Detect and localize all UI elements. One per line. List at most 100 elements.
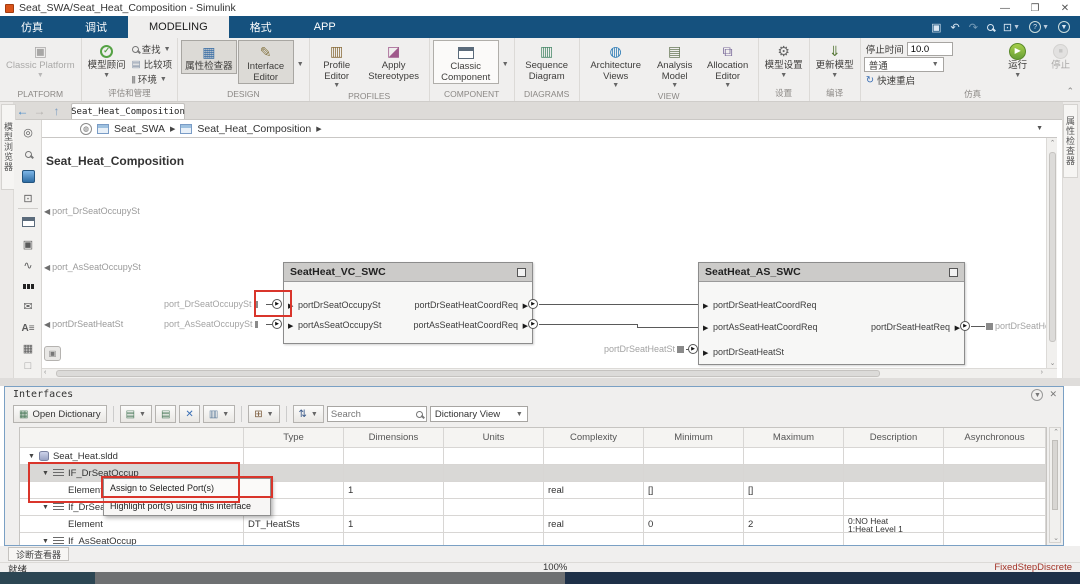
frame-tool-icon[interactable] [14, 166, 42, 186]
zoom-icon[interactable] [986, 23, 994, 31]
table-row[interactable]: Element DT_HeatSts 1 real 0 2 0:NO Heat 1… [20, 516, 1046, 533]
scroll-up-icon[interactable]: ⌃ [1047, 139, 1057, 147]
block-port[interactable]: portDrSeatHeatCoordReq [713, 300, 817, 310]
mail-tool-icon[interactable]: ✉ [14, 296, 42, 316]
document-tab[interactable]: Seat_Heat_Composition [71, 103, 185, 119]
scroll-left-icon[interactable]: ‹ [44, 369, 46, 376]
classic-platform-button[interactable]: ▣ Classic Platform ▼ [3, 40, 78, 79]
minimize-ribbon-icon[interactable]: ▼ [1058, 21, 1070, 33]
save-icon[interactable]: ▣ [931, 21, 941, 34]
port-pin-icon[interactable]: ▶ [528, 319, 538, 329]
table-row[interactable]: ▼ If_AsSeatOccup [20, 533, 1046, 545]
canvas-horizontal-scrollbar[interactable]: ‹ › [42, 368, 1057, 378]
edge-port[interactable]: ◀ portDrSeatHeatSt [44, 319, 123, 329]
tab-format[interactable]: 格式 [229, 16, 293, 38]
property-inspector-button[interactable]: ▦ 属性检查器 [181, 40, 237, 74]
model-settings-button[interactable]: ⚙ 模型设置 ▼ [762, 40, 806, 79]
scroll-down-icon[interactable]: ⌄ [1047, 359, 1057, 367]
edge-port[interactable]: ◀ port_AsSeatOccupySt [44, 262, 141, 272]
move-element-button[interactable]: ⇅ ▼ [292, 405, 324, 423]
block-port[interactable]: portDrSeatHeatReq [871, 322, 950, 332]
add-interface-button[interactable]: ▤ ▼ [119, 405, 152, 423]
signal-tool-icon[interactable]: ∿ [14, 255, 42, 275]
table-vertical-scrollbar[interactable]: ⌃ ⌄ [1049, 427, 1061, 543]
analysis-model-button[interactable]: ▤ Analysis Model ▼ [650, 40, 700, 90]
stop-button[interactable]: ■ 停止 [1040, 40, 1080, 72]
port-pin-icon[interactable]: ▶ [960, 321, 970, 331]
allocation-editor-button[interactable]: ⧉ Allocation Editor ▼ [701, 40, 755, 90]
tab-app[interactable]: APP [293, 16, 357, 38]
profile-editor-button[interactable]: ▥ Profile Editor ▼ [313, 40, 361, 90]
compare-button[interactable]: ▤ 比较项 [130, 57, 175, 72]
view-mode-select[interactable]: Dictionary View ▼ [429, 406, 528, 422]
block-port[interactable]: portDrSeatOccupySt [298, 300, 381, 310]
annotation-tool-icon[interactable]: A≡ [14, 318, 42, 338]
save-dictionary-button[interactable]: ▤ [154, 405, 177, 423]
block-port[interactable]: portDrSeatHeatCoordReq [414, 300, 518, 310]
redo-icon[interactable]: ↷ [969, 21, 978, 34]
breadcrumb-dropdown-icon[interactable]: ▼ [1036, 125, 1057, 132]
external-port-label[interactable]: port_AsSeatOccupySt [164, 319, 258, 329]
property-inspector-tab[interactable]: 属性检查器 [1063, 104, 1078, 178]
find-button[interactable]: 查找 ▼ [130, 42, 175, 56]
scroll-down-icon[interactable]: ⌄ [1050, 534, 1062, 542]
nav-forward-icon[interactable]: → [31, 104, 48, 119]
external-port-label[interactable]: portDrSeatHeatSt [600, 344, 684, 354]
stop-time-input[interactable] [906, 42, 953, 56]
dashed-line-tool-icon[interactable] [14, 276, 42, 296]
minimize-button[interactable]: — [990, 0, 1020, 16]
scroll-right-icon[interactable]: › [1041, 369, 1043, 376]
diagram-canvas[interactable]: Seat_Heat_Composition ◀ port_DrSeatOccupy… [42, 138, 1057, 368]
interface-editor-button[interactable]: ✎ Interface Editor [237, 40, 294, 85]
breadcrumb-item-root[interactable]: Seat_SWA [114, 123, 165, 135]
panel-divider[interactable] [0, 378, 1080, 386]
breadcrumb-item-current[interactable]: Seat_Heat_Composition [197, 123, 311, 135]
component-dropdown-button[interactable]: ▼ [500, 40, 511, 88]
component-block-vc[interactable]: SeatHeat_VC_SWC ▶ portDrSeatOccupySt ▶ p… [283, 262, 533, 344]
wire[interactable] [637, 327, 698, 328]
expand-icon[interactable]: ▼ [42, 538, 49, 545]
run-button[interactable]: ▶ 运行 ▼ [997, 40, 1039, 79]
external-port-label[interactable]: port_DrSeatOccupySt [164, 299, 258, 309]
scroll-thumb[interactable] [1052, 440, 1058, 510]
model-advisor-button[interactable]: ✓ 模型顾问 ▼ [85, 40, 129, 79]
wire[interactable] [539, 304, 698, 305]
architecture-views-button[interactable]: ◍ Architecture Views ▼ [583, 40, 649, 90]
apply-stereotypes-button[interactable]: ◪ Apply Stereotypes [362, 40, 426, 82]
sequence-diagram-button[interactable]: ▥ Sequence Diagram [518, 40, 576, 82]
panel-close-icon[interactable]: ✕ [1049, 389, 1057, 401]
search-input[interactable] [330, 408, 416, 420]
port-pin-icon[interactable]: ▶ [272, 319, 282, 329]
block-badge-icon[interactable] [949, 267, 958, 277]
hide-browser-icon[interactable]: ◎ [14, 122, 42, 142]
tab-modeling[interactable]: MODELING [128, 16, 229, 38]
open-dictionary-button[interactable]: ▦ Open Dictionary [13, 405, 107, 423]
canvas-vertical-scrollbar[interactable]: ⌃ ⌄ [1046, 138, 1057, 368]
add-element-button[interactable]: ⊞ ▼ [248, 405, 280, 423]
update-model-button[interactable]: ⇓ 更新模型 ▼ [813, 40, 857, 79]
image-tool-icon[interactable]: ▦ [14, 338, 42, 358]
canvas-badge-icon[interactable]: ▣ [44, 346, 61, 361]
screenshot-icon[interactable]: ⊡ ▼ [1003, 21, 1020, 34]
panel-collapse-icon[interactable]: ▼ [1031, 389, 1044, 401]
subsystem-badge-icon[interactable]: ◍ [80, 122, 92, 135]
block-port[interactable]: portAsSeatHeatCoordReq [713, 322, 818, 332]
classic-component-button[interactable]: Classic Component [432, 40, 499, 85]
tab-debug[interactable]: 调试 [64, 16, 128, 38]
scroll-thumb[interactable] [56, 370, 880, 377]
block-port[interactable]: portAsSeatOccupySt [298, 320, 382, 330]
expand-icon[interactable]: ▼ [42, 504, 49, 511]
tab-simulation[interactable]: 仿真 [0, 16, 64, 38]
delete-button[interactable]: ✕ [179, 405, 200, 423]
nav-back-icon[interactable]: ← [14, 104, 31, 119]
chevron-right-icon[interactable]: ▶ [170, 125, 175, 133]
import-button[interactable]: ▥ ▼ [202, 405, 236, 423]
maximize-button[interactable]: ❐ [1020, 0, 1050, 16]
close-button[interactable]: ✕ [1050, 0, 1080, 16]
port-pin-icon[interactable]: ▶ [528, 299, 538, 309]
collapse-ribbon-icon[interactable]: ⌃ [1066, 86, 1074, 97]
viewport-tool-icon[interactable]: ▣ [14, 234, 42, 254]
environment-button[interactable]: ||| 环境 ▼ [130, 72, 175, 87]
port-pin-icon[interactable]: ▶ [688, 344, 698, 354]
fast-restart-button[interactable]: ↻ 快速重启 [864, 73, 996, 88]
